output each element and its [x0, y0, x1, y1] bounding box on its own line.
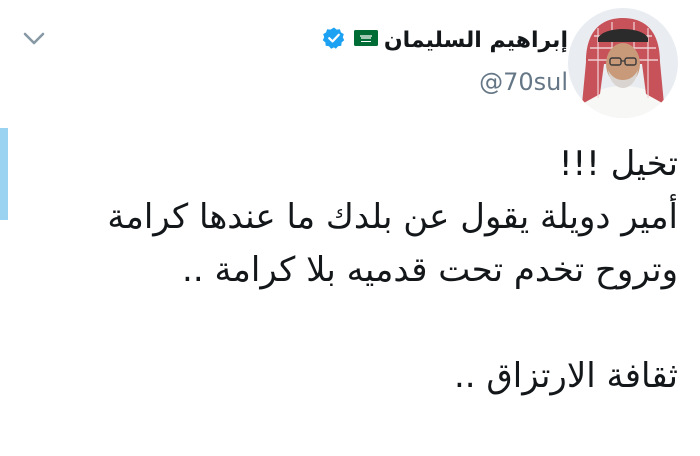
thread-indicator-bar [0, 128, 8, 220]
verified-badge-icon [322, 26, 346, 54]
author-display-name[interactable]: إبراهيم السليمان [384, 28, 568, 53]
tweet-text-line: تخيل !!! [558, 144, 678, 184]
chevron-down-icon[interactable] [20, 24, 48, 52]
tweet-text: تخيل !!! أمير دويلة يقول عن بلدك ما عنده… [18, 138, 678, 403]
tweet-text-line: وتروح تخدم تحت قدميه بلا كرامة .. [182, 250, 678, 290]
tweet-text-line: أمير دويلة يقول عن بلدك ما عندها كرامة [107, 197, 678, 237]
tweet-card: إبراهيم السليمان @70sul تخيل !!! أمير دو… [0, 0, 700, 456]
saudi-arabia-flag-icon [353, 30, 378, 50]
avatar[interactable] [568, 8, 678, 118]
author-handle[interactable]: @70sul [479, 68, 568, 96]
author-name-row[interactable]: إبراهيم السليمان [322, 22, 568, 58]
tweet-text-line: ثقافة الارتزاق .. [453, 356, 678, 396]
